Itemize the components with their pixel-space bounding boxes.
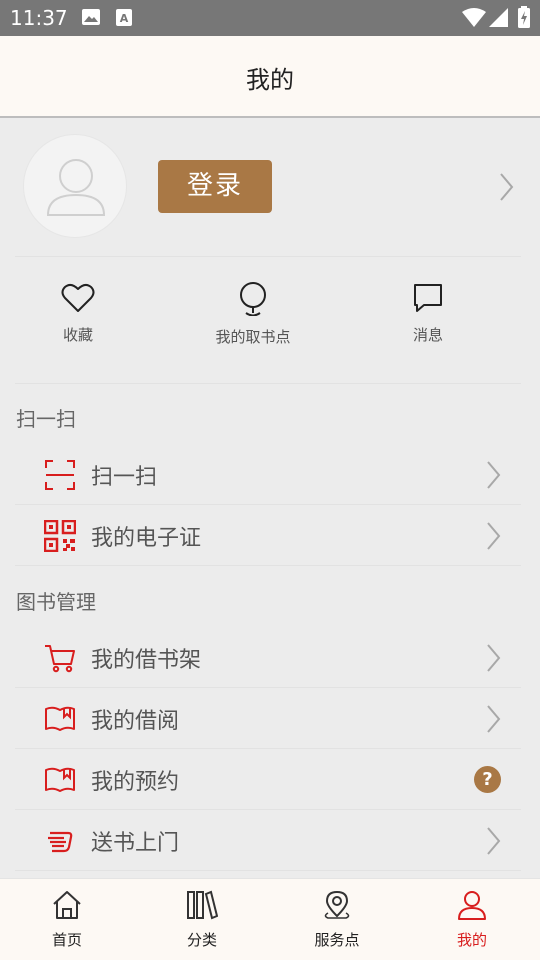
chevron-right-icon[interactable] <box>498 172 514 206</box>
book-icon <box>45 767 75 792</box>
chevron-right-icon <box>485 460 501 494</box>
menu-label: 送书上门 <box>91 831 180 856</box>
login-button[interactable]: 登录 <box>158 160 272 213</box>
books-icon <box>187 890 219 920</box>
user-icon <box>46 159 106 216</box>
book-icon <box>45 706 75 731</box>
person-icon <box>458 891 486 920</box>
message-icon <box>414 284 442 312</box>
a-icon: A <box>116 9 132 30</box>
chevron-right-icon <box>485 521 501 555</box>
profile-section[interactable]: 登录 <box>0 118 540 256</box>
divider <box>15 256 521 257</box>
qr-code-icon <box>44 520 76 552</box>
tab-label: 服务点 <box>314 931 360 949</box>
tab-label: 我的 <box>456 931 487 949</box>
location-pin-icon <box>240 282 266 317</box>
divider <box>15 383 521 384</box>
tab-mine[interactable]: 我的 <box>422 889 522 950</box>
quick-label: 收藏 <box>62 326 93 344</box>
battery-icon <box>518 6 530 32</box>
menu-row-ecard[interactable]: 我的电子证 <box>15 505 521 566</box>
signal-icon <box>489 8 509 32</box>
svg-text:A: A <box>120 12 129 25</box>
heart-icon <box>61 283 95 312</box>
menu-label: 我的电子证 <box>91 526 202 551</box>
menu-label: 我的预约 <box>91 770 180 795</box>
wifi-icon <box>462 8 486 32</box>
map-pin-icon <box>324 890 350 919</box>
chevron-right-icon <box>485 643 501 677</box>
tab-label: 首页 <box>51 931 82 949</box>
image-icon <box>82 9 100 29</box>
quick-favorites[interactable]: 收藏 <box>18 282 138 345</box>
tab-label: 分类 <box>186 931 217 949</box>
page-title: 我的 <box>246 66 294 94</box>
title-bar: 我的 <box>0 36 540 118</box>
menu-row-scan[interactable]: 扫一扫 <box>15 444 521 505</box>
scan-icon <box>45 460 75 490</box>
chevron-right-icon <box>485 826 501 860</box>
menu-label: 我的借书架 <box>91 648 202 673</box>
cart-icon <box>45 645 75 673</box>
tab-service-points[interactable]: 服务点 <box>287 889 387 950</box>
delivery-icon <box>48 831 73 853</box>
quick-label: 我的取书点 <box>215 328 291 346</box>
quick-label: 消息 <box>412 326 443 344</box>
tab-home[interactable]: 首页 <box>17 889 117 950</box>
menu-label: 扫一扫 <box>91 465 158 490</box>
section-title-books: 图书管理 <box>16 590 96 614</box>
menu-row-reservation[interactable]: 我的预约 ? <box>15 749 521 810</box>
tab-category[interactable]: 分类 <box>152 889 252 950</box>
quick-actions: 收藏 我的取书点 消息 <box>0 258 540 384</box>
home-icon <box>53 891 81 919</box>
quick-messages[interactable]: 消息 <box>368 282 488 345</box>
menu-label: 我的借阅 <box>91 709 180 734</box>
menu-row-borrowing[interactable]: 我的借阅 <box>15 688 521 749</box>
section-title-scan: 扫一扫 <box>16 407 76 431</box>
menu-row-delivery[interactable]: 送书上门 <box>15 810 521 871</box>
bottom-tab-bar: 首页 分类 服务点 我的 <box>0 878 540 960</box>
menu-row-bookshelf[interactable]: 我的借书架 <box>15 627 521 688</box>
quick-pickup-point[interactable]: 我的取书点 <box>193 282 313 347</box>
status-bar: 11:37 A <box>0 0 540 36</box>
avatar[interactable] <box>23 134 127 238</box>
chevron-right-icon <box>485 704 501 738</box>
help-icon[interactable]: ? <box>474 766 501 793</box>
status-time: 11:37 <box>10 6 68 30</box>
